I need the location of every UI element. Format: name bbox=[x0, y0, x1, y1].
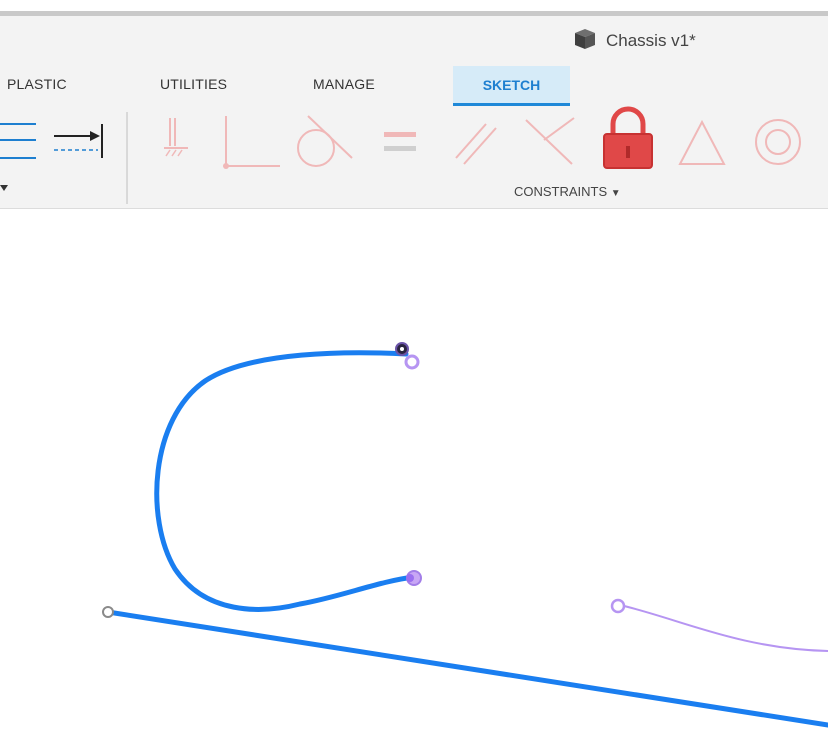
constraints-dropdown[interactable]: CONSTRAINTS ▼ bbox=[514, 184, 621, 199]
tab-sketch-label: SKETCH bbox=[482, 76, 541, 93]
tab-manage[interactable]: MANAGE bbox=[313, 76, 375, 92]
tab-utilities[interactable]: UTILITIES bbox=[160, 76, 227, 92]
construction-start-point bbox=[610, 598, 626, 614]
coincident-icon[interactable] bbox=[218, 114, 282, 175]
tangent-icon[interactable] bbox=[294, 112, 356, 175]
fix-unfix-icon[interactable] bbox=[158, 116, 194, 173]
perpendicular-icon[interactable] bbox=[522, 114, 578, 175]
spline-start-point bbox=[404, 354, 420, 370]
parallel-icon[interactable] bbox=[452, 118, 502, 173]
document-bar bbox=[0, 16, 828, 64]
spline-fit-point-center bbox=[400, 347, 404, 351]
toolbar-separator bbox=[125, 112, 129, 209]
document-tab[interactable]: Chassis v1* bbox=[572, 28, 696, 54]
tab-plastic[interactable]: PLASTIC bbox=[7, 76, 67, 92]
equal-icon[interactable] bbox=[380, 128, 420, 163]
sketch-canvas[interactable] bbox=[0, 209, 828, 748]
sketch-spline bbox=[154, 350, 417, 612]
sketch-line bbox=[105, 609, 828, 728]
box-icon bbox=[572, 27, 598, 56]
construction-spline bbox=[619, 604, 828, 652]
constraints-label: CONSTRAINTS bbox=[514, 184, 608, 199]
lock-icon[interactable] bbox=[600, 104, 656, 177]
concentric-icon[interactable] bbox=[752, 116, 808, 173]
midpoint-icon[interactable] bbox=[676, 118, 728, 173]
dimension-arrow-icon[interactable] bbox=[50, 122, 110, 167]
caret-down-icon: ▼ bbox=[610, 188, 621, 199]
chevron-down-icon[interactable] bbox=[0, 180, 10, 198]
document-title: Chassis v1* bbox=[606, 31, 696, 50]
spline-end-point-inner bbox=[406, 574, 414, 582]
tab-sketch[interactable]: SKETCH bbox=[453, 66, 570, 106]
line-style-icon[interactable] bbox=[0, 118, 40, 171]
line-start-point bbox=[102, 606, 114, 618]
